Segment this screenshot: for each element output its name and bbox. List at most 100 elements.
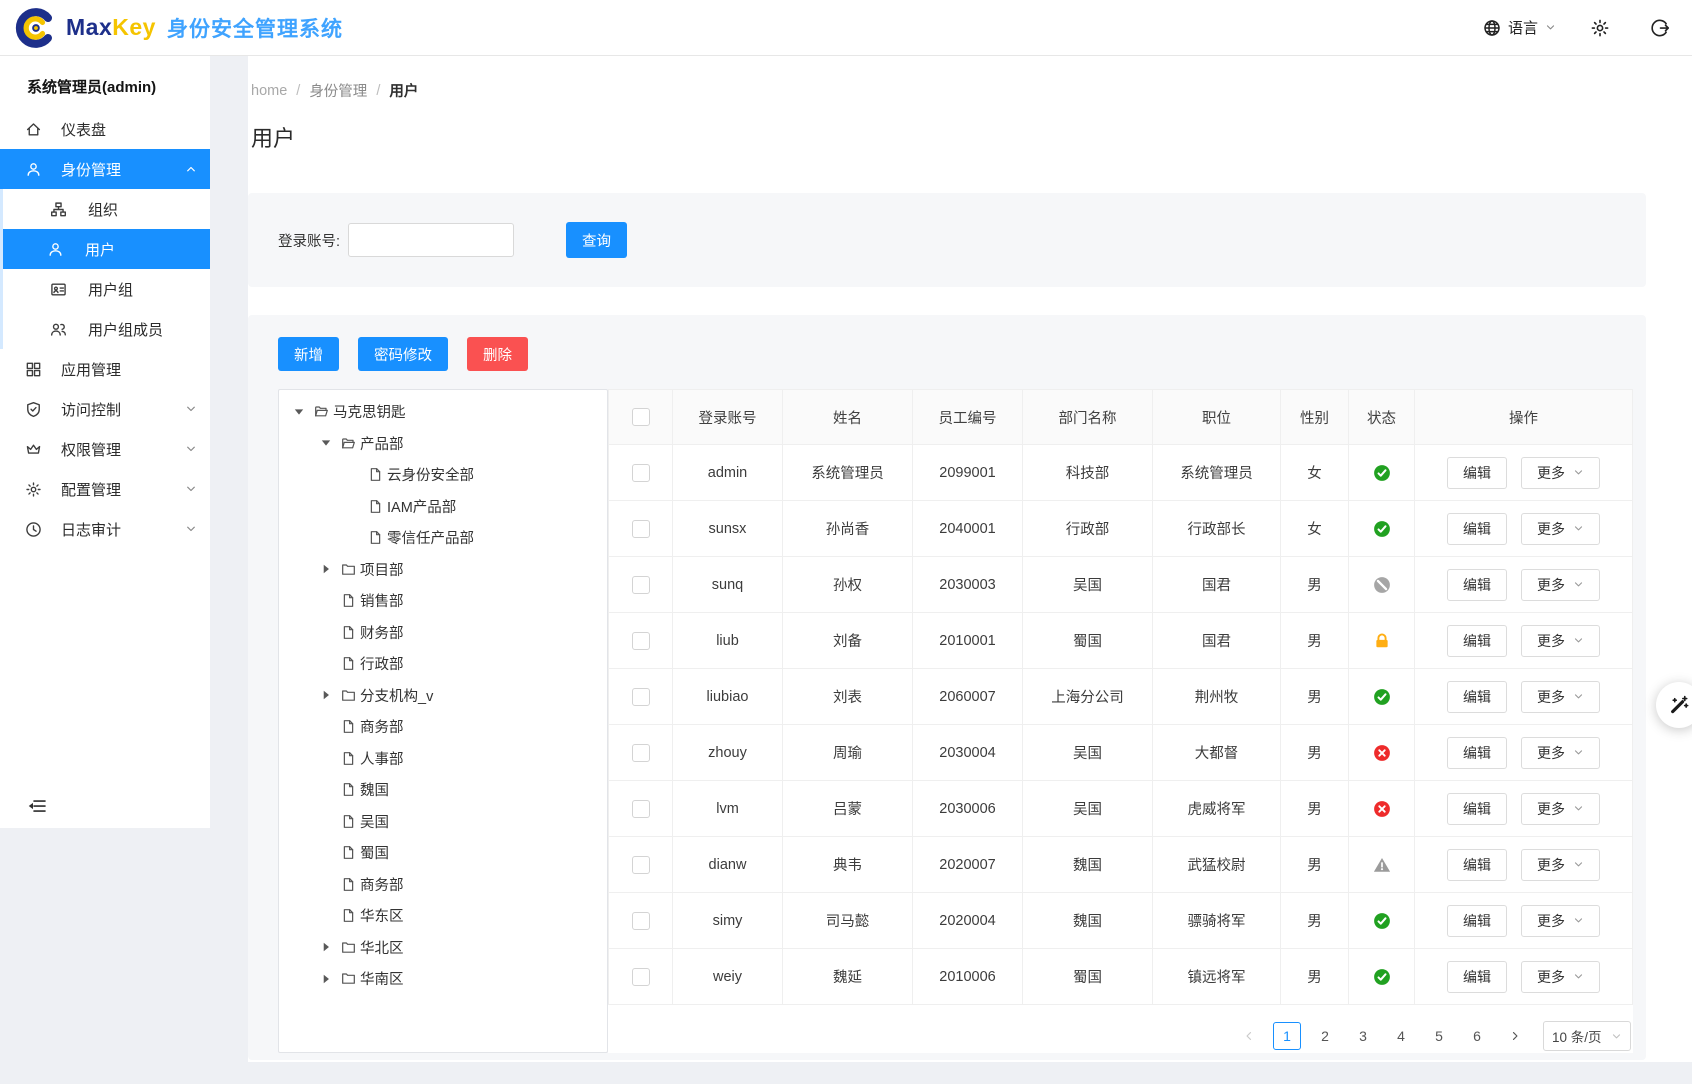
- breadcrumb-item[interactable]: home: [251, 83, 287, 99]
- more-button[interactable]: 更多: [1521, 457, 1600, 489]
- more-button[interactable]: 更多: [1521, 737, 1600, 769]
- row-checkbox[interactable]: [632, 856, 650, 874]
- row-checkbox[interactable]: [632, 688, 650, 706]
- edit-button[interactable]: 编辑: [1447, 849, 1507, 881]
- row-checkbox[interactable]: [632, 968, 650, 986]
- page-button-1[interactable]: 1: [1273, 1022, 1301, 1050]
- add-button[interactable]: 新增: [278, 337, 339, 371]
- tree-item-label: 吴国: [360, 811, 389, 832]
- sidebar-item-user-group[interactable]: 用户组: [3, 269, 210, 309]
- next-page-button[interactable]: [1501, 1022, 1529, 1050]
- edit-button[interactable]: 编辑: [1447, 569, 1507, 601]
- sidebar-submenu-identity: 组织用户用户组用户组成员: [0, 189, 210, 349]
- row-checkbox[interactable]: [632, 464, 650, 482]
- brand-subtitle: 身份安全管理系统: [167, 13, 343, 43]
- row-checkbox[interactable]: [632, 520, 650, 538]
- row-checkbox[interactable]: [632, 800, 650, 818]
- sidebar-item-permission[interactable]: 权限管理: [0, 429, 210, 469]
- tree-item[interactable]: 商务部: [279, 869, 607, 901]
- tree-item[interactable]: 商务部: [279, 711, 607, 743]
- row-checkbox[interactable]: [632, 912, 650, 930]
- login-account-input[interactable]: [348, 223, 514, 257]
- idcard-icon: [50, 281, 67, 298]
- caret-down-icon[interactable]: [292, 405, 306, 419]
- more-button[interactable]: 更多: [1521, 793, 1600, 825]
- sidebar-item-config[interactable]: 配置管理: [0, 469, 210, 509]
- sidebar-item-org[interactable]: 组织: [3, 189, 210, 229]
- caret-down-icon[interactable]: [319, 436, 333, 450]
- page-size-select[interactable]: 10 条/页: [1543, 1021, 1631, 1051]
- more-button[interactable]: 更多: [1521, 681, 1600, 713]
- status-error-icon: [1373, 744, 1391, 762]
- tree-item[interactable]: 华北区: [279, 932, 607, 964]
- tree-item[interactable]: 财务部: [279, 617, 607, 649]
- page-button-6[interactable]: 6: [1463, 1022, 1491, 1050]
- settings-button[interactable]: [1590, 18, 1610, 38]
- edit-button[interactable]: 编辑: [1447, 793, 1507, 825]
- delete-button[interactable]: 删除: [467, 337, 528, 371]
- menu-fold-icon[interactable]: [27, 796, 47, 816]
- edit-button[interactable]: 编辑: [1447, 681, 1507, 713]
- sidebar-item-user-group-member[interactable]: 用户组成员: [3, 309, 210, 349]
- caret-spacer: [319, 657, 333, 671]
- user-panel: 新增 密码修改 删除 马克思钥匙产品部云身份安全部IAM产品部零信任产品部项目部…: [248, 315, 1646, 1060]
- more-button[interactable]: 更多: [1521, 625, 1600, 657]
- query-button[interactable]: 查询: [566, 222, 627, 258]
- select-all-checkbox[interactable]: [632, 408, 650, 426]
- tree-item[interactable]: 项目部: [279, 554, 607, 586]
- row-checkbox[interactable]: [632, 576, 650, 594]
- gear-icon: [25, 481, 42, 498]
- tree-item[interactable]: 分支机构_v: [279, 680, 607, 712]
- tree-item[interactable]: 行政部: [279, 648, 607, 680]
- sidebar-item-identity[interactable]: 身份管理: [0, 149, 210, 189]
- tree-item-label: 华南区: [360, 968, 404, 989]
- logout-button[interactable]: [1650, 18, 1670, 38]
- change-password-button[interactable]: 密码修改: [358, 337, 448, 371]
- edit-button[interactable]: 编辑: [1447, 513, 1507, 545]
- edit-button[interactable]: 编辑: [1447, 905, 1507, 937]
- more-button[interactable]: 更多: [1521, 569, 1600, 601]
- tree-item[interactable]: 人事部: [279, 743, 607, 775]
- caret-right-icon[interactable]: [319, 562, 333, 576]
- edit-button[interactable]: 编辑: [1447, 625, 1507, 657]
- tree-item[interactable]: 云身份安全部: [279, 459, 607, 491]
- tree-item[interactable]: 蜀国: [279, 837, 607, 869]
- edit-button[interactable]: 编辑: [1447, 457, 1507, 489]
- tree-item[interactable]: 吴国: [279, 806, 607, 838]
- edit-button[interactable]: 编辑: [1447, 961, 1507, 993]
- caret-right-icon[interactable]: [319, 940, 333, 954]
- page-button-5[interactable]: 5: [1425, 1022, 1453, 1050]
- folder-icon: [341, 940, 356, 955]
- caret-right-icon[interactable]: [319, 972, 333, 986]
- edit-button[interactable]: 编辑: [1447, 737, 1507, 769]
- page-button-3[interactable]: 3: [1349, 1022, 1377, 1050]
- tree-item[interactable]: 华东区: [279, 900, 607, 932]
- row-checkbox[interactable]: [632, 632, 650, 650]
- sidebar-item-access[interactable]: 访问控制: [0, 389, 210, 429]
- row-checkbox[interactable]: [632, 744, 650, 762]
- sidebar-item-user[interactable]: 用户: [3, 229, 210, 269]
- tree-item[interactable]: 马克思钥匙: [279, 396, 607, 428]
- more-button[interactable]: 更多: [1521, 905, 1600, 937]
- sidebar-item-dashboard[interactable]: 仪表盘: [0, 109, 210, 149]
- page-button-4[interactable]: 4: [1387, 1022, 1415, 1050]
- cell-gender: 男: [1281, 949, 1349, 1004]
- sidebar-item-audit[interactable]: 日志审计: [0, 509, 210, 549]
- tree-item[interactable]: 零信任产品部: [279, 522, 607, 554]
- tree-item[interactable]: 华南区: [279, 963, 607, 995]
- prev-page-button[interactable]: [1235, 1022, 1263, 1050]
- more-button[interactable]: 更多: [1521, 849, 1600, 881]
- cell-login: weiy: [673, 949, 783, 1004]
- tree-item[interactable]: 销售部: [279, 585, 607, 617]
- more-button[interactable]: 更多: [1521, 961, 1600, 993]
- tree-item[interactable]: IAM产品部: [279, 491, 607, 523]
- page-button-2[interactable]: 2: [1311, 1022, 1339, 1050]
- tree-item[interactable]: 产品部: [279, 428, 607, 460]
- tree-item-label: 魏国: [360, 779, 389, 800]
- sidebar-item-app[interactable]: 应用管理: [0, 349, 210, 389]
- tree-item[interactable]: 魏国: [279, 774, 607, 806]
- breadcrumb-item[interactable]: 身份管理: [309, 80, 367, 101]
- caret-right-icon[interactable]: [319, 688, 333, 702]
- language-selector[interactable]: 语言: [1483, 17, 1556, 38]
- more-button[interactable]: 更多: [1521, 513, 1600, 545]
